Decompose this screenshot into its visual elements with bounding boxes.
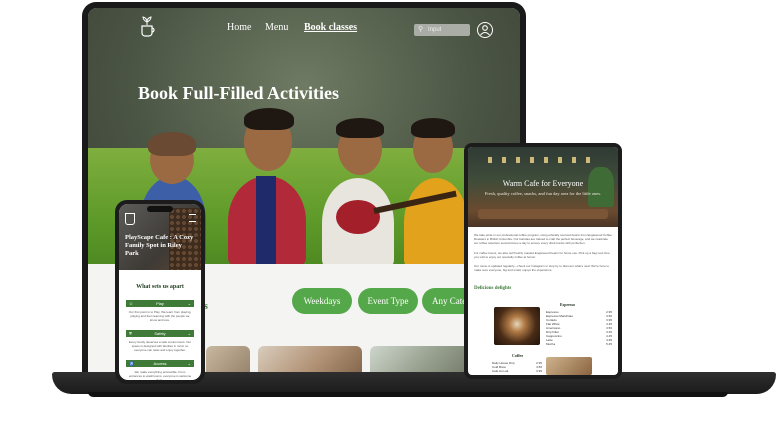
user-account-icon[interactable] bbox=[477, 22, 493, 38]
accordion-label: Play bbox=[156, 301, 164, 306]
accordion-play-body: Our first point is to Play. We learn fro… bbox=[128, 310, 192, 322]
phone-menu-icon[interactable] bbox=[189, 214, 196, 222]
nav-link-menu[interactable]: Menu bbox=[265, 22, 288, 33]
hero-ukulele-body bbox=[336, 200, 380, 234]
accordion-label: Access bbox=[153, 361, 167, 366]
accordion-label: Safety bbox=[154, 331, 166, 336]
accordion-access-body: We make everything accessible. From entr… bbox=[128, 370, 192, 380]
accordion-access-header[interactable]: ♿ Access ⌄ bbox=[126, 360, 194, 367]
phone-screen: PlayScape Cafe : A Cozy Family Spot in R… bbox=[119, 204, 201, 380]
coffee-photo bbox=[494, 307, 540, 345]
phone-hero-title: PlayScape Cafe : A Cozy Family Spot in R… bbox=[125, 234, 194, 257]
accordion-play-header[interactable]: ☺ Play ⌄ bbox=[126, 300, 194, 307]
drink-photo bbox=[546, 357, 592, 375]
phone-notch bbox=[147, 206, 173, 212]
tablet-screen: Warm Cafe for Everyone Fresh, quality co… bbox=[468, 147, 618, 375]
hero-child-hair bbox=[244, 108, 294, 130]
hero-title: Book Full-Filled Activities bbox=[138, 83, 339, 103]
about-paragraph: For coffee lovers, we also sell freshly … bbox=[474, 251, 610, 259]
accordion-safety-body: Every family deserves a safe environment… bbox=[128, 340, 192, 352]
hero-child-hair bbox=[336, 118, 384, 138]
search-placeholder: Input bbox=[428, 27, 442, 33]
laptop-base-foot bbox=[88, 392, 728, 397]
hero-child-stripe bbox=[256, 176, 276, 264]
search-icon: ⚲ bbox=[418, 26, 424, 33]
menu-row: Cafe Au Lait 3.95 bbox=[492, 369, 542, 373]
filter-weekdays-button[interactable]: Weekdays bbox=[292, 288, 352, 314]
search-input[interactable]: ⚲ Input bbox=[414, 24, 470, 36]
phone-logo-icon[interactable] bbox=[125, 213, 135, 225]
menu-section-title: Delicious delights bbox=[474, 286, 512, 291]
espresso-menu-heading: Espresso bbox=[560, 302, 576, 307]
hero-child-shirt bbox=[404, 178, 468, 264]
espresso-menu-list: Espresso 2.95 Espresso Macchiato 3.50 Cort… bbox=[546, 310, 612, 346]
nav-link-book-classes[interactable]: Book classes bbox=[304, 22, 357, 33]
accordion-safety-header[interactable]: ⛨ Safety ⌄ bbox=[126, 330, 194, 337]
menu-row: Mocha 5.45 bbox=[546, 342, 612, 346]
filter-event-type-button[interactable]: Event Type bbox=[358, 288, 418, 314]
tablet-hero-subtitle: Fresh, quality coffee, snacks, and fun d… bbox=[484, 191, 602, 196]
chevron-down-icon: ⌄ bbox=[187, 301, 191, 306]
hero-child-hair bbox=[148, 132, 196, 156]
coffee-menu-list: Daily House Drip 2.95 Cold Brew 4.50 Cafe … bbox=[492, 361, 542, 373]
chevron-down-icon: ⌄ bbox=[187, 331, 191, 336]
chevron-down-icon: ⌄ bbox=[187, 361, 191, 366]
about-paragraph: Our menu is updated regularly—check our … bbox=[474, 264, 609, 272]
nav-link-home[interactable]: Home bbox=[227, 22, 251, 33]
about-paragraph: We take pride in our professional coffee… bbox=[474, 233, 612, 245]
cafe-interior-table bbox=[478, 209, 608, 219]
phone-section-title: What sets us apart bbox=[136, 284, 184, 290]
cafe-interior-lights bbox=[488, 157, 598, 163]
cafe-logo-icon[interactable] bbox=[138, 16, 156, 38]
tablet-hero-title: Warm Cafe for Everyone bbox=[502, 179, 584, 188]
hero-child-hair bbox=[411, 118, 455, 138]
coffee-menu-heading: Coffee bbox=[512, 353, 524, 358]
